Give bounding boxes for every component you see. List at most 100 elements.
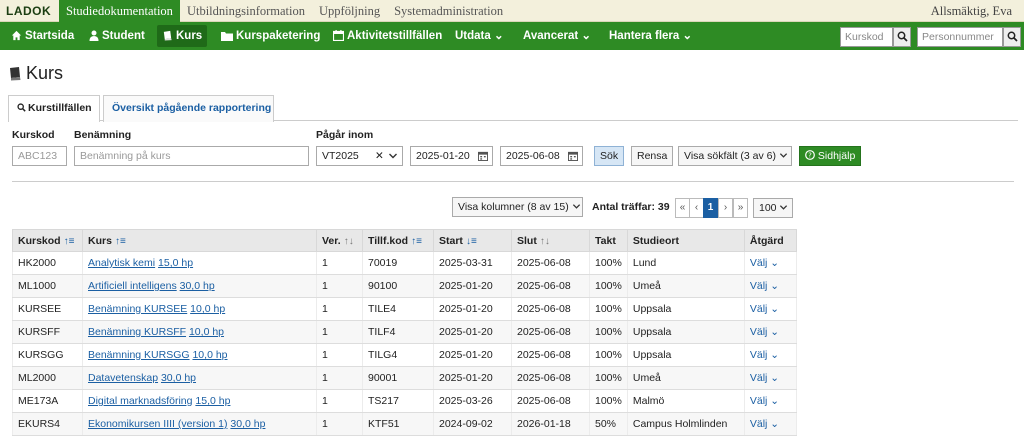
cell-slut: 2025-06-08	[511, 389, 590, 413]
calendar-icon[interactable]	[568, 151, 578, 161]
fields-select[interactable]: Visa sökfält (3 av 6)	[678, 146, 792, 166]
col-ver[interactable]: Ver. ↑↓	[316, 229, 363, 252]
course-credits-link[interactable]: 30,0 hp	[161, 372, 196, 384]
cell-studieort: Umeå	[626, 274, 745, 298]
nav-startsida[interactable]: Startsida	[6, 25, 79, 47]
nav-aktivitetstillfallen[interactable]: Aktivitetstillfällen	[328, 25, 447, 47]
columns-select[interactable]: Visa kolumner (8 av 15)	[452, 197, 583, 217]
cell-ver: 1	[316, 412, 363, 436]
cell-studieort: Uppsala	[626, 297, 745, 321]
kurskod-field[interactable]: ABC123	[12, 146, 67, 166]
cell-atgard: Välj ⌄	[743, 343, 797, 367]
table-row: KURSGG Benämning KURSGG 10,0 hp 1 TILG4 2025…	[12, 343, 797, 367]
course-link[interactable]: Analytisk kemi	[88, 257, 155, 269]
personnummer-search-button[interactable]	[1003, 27, 1021, 47]
col-kurskod[interactable]: Kurskod ↑≡	[12, 229, 83, 252]
cell-slut: 2025-06-08	[511, 320, 590, 344]
col-tillfkod[interactable]: Tillf.kod ↑≡	[362, 229, 434, 252]
pager-first[interactable]: «	[675, 198, 690, 218]
col-start[interactable]: Start ↓≡	[433, 229, 512, 252]
course-credits-link[interactable]: 10,0 hp	[189, 326, 224, 338]
valj-dropdown[interactable]: Välj ⌄	[750, 257, 779, 269]
pager-prev[interactable]: ‹	[689, 198, 704, 218]
chevron-down-icon: ⌄	[682, 30, 693, 42]
nav-utdata[interactable]: Utdata ⌄	[450, 25, 509, 47]
benamning-field[interactable]: Benämning på kurs	[74, 146, 309, 166]
cell-start: 2025-01-20	[433, 297, 512, 321]
course-credits-link[interactable]: 10,0 hp	[190, 303, 225, 315]
kurskod-label: Kurskod	[12, 129, 55, 141]
tab-kurstillfallen[interactable]: Kurstillfällen	[8, 95, 100, 122]
cell-takt: 100%	[589, 366, 628, 390]
pager-next[interactable]: ›	[718, 198, 733, 218]
folder-icon	[221, 32, 233, 41]
col-kurs[interactable]: Kurs ↑≡	[82, 229, 317, 252]
toptab-utbildningsinformation[interactable]: Utbildningsinformation	[180, 0, 312, 22]
nav-kurspaketering[interactable]: Kurspaketering	[216, 25, 325, 47]
col-slut[interactable]: Slut ↑↓	[511, 229, 590, 252]
date-to-field[interactable]: 2025-06-08	[500, 146, 583, 166]
cell-ver: 1	[316, 251, 363, 275]
course-credits-link[interactable]: 30,0 hp	[180, 280, 215, 292]
cell-studieort: Uppsala	[626, 320, 745, 344]
clear-button[interactable]: Rensa	[631, 146, 674, 166]
kurskod-search-input[interactable]: Kurskod	[840, 27, 893, 47]
valj-dropdown[interactable]: Välj ⌄	[750, 418, 779, 430]
personnummer-search-input[interactable]: Personnummer	[917, 27, 1003, 47]
cell-ver: 1	[316, 274, 363, 298]
course-link[interactable]: Ekonomikursen IIII (version 1)	[88, 418, 227, 430]
col-studieort[interactable]: Studieort	[626, 229, 745, 252]
valj-dropdown[interactable]: Välj ⌄	[750, 395, 779, 407]
cell-ver: 1	[316, 389, 363, 413]
nav-kurs[interactable]: Kurs	[157, 25, 208, 47]
course-link[interactable]: Benämning KURSGG	[88, 349, 190, 361]
toptab-uppfoljning[interactable]: Uppföljning	[312, 0, 387, 22]
nav-avancerat[interactable]: Avancerat ⌄	[518, 25, 596, 47]
course-credits-link[interactable]: 10,0 hp	[192, 349, 227, 361]
kurskod-search-button[interactable]	[893, 27, 911, 47]
nav-hantera-flera[interactable]: Hantera flera ⌄	[604, 25, 697, 47]
cell-kurskod: ML2000	[12, 366, 83, 390]
home-icon	[11, 30, 22, 41]
course-link[interactable]: Benämning KURSFF	[88, 326, 186, 338]
valj-dropdown[interactable]: Välj ⌄	[750, 326, 779, 338]
calendar-icon[interactable]	[478, 151, 488, 161]
top-bar: LADOK Studiedokumentation Utbildningsinf…	[0, 0, 1024, 22]
pager-page-1[interactable]: 1	[703, 198, 718, 218]
valj-label: Välj	[749, 257, 768, 269]
nav-student[interactable]: Student	[84, 25, 150, 47]
course-credits-link[interactable]: 15,0 hp	[158, 257, 193, 269]
cell-atgard: Välj ⌄	[743, 320, 797, 344]
course-link[interactable]: Benämning KURSEE	[88, 303, 187, 315]
course-link[interactable]: Digital marknadsföring	[88, 395, 192, 407]
valj-dropdown[interactable]: Välj ⌄	[750, 303, 779, 315]
sort-icon: ↑↓	[539, 235, 550, 247]
clear-term-icon[interactable]: ✕	[375, 147, 384, 165]
search-icon	[17, 103, 26, 112]
valj-label: Välj	[749, 280, 768, 292]
term-select[interactable]: VT2025 ✕	[316, 146, 403, 166]
date-from-field[interactable]: 2025-01-20	[410, 146, 493, 166]
tab-oversikt-rapportering[interactable]: Översikt pågående rapportering	[103, 95, 274, 122]
course-link[interactable]: Artificiell intelligens	[88, 280, 177, 292]
course-link[interactable]: Datavetenskap	[88, 372, 158, 384]
fields-select-label: Visa sökfält (3 av 6)	[684, 150, 777, 162]
valj-dropdown[interactable]: Välj ⌄	[750, 372, 779, 384]
valj-dropdown[interactable]: Välj ⌄	[750, 280, 779, 292]
course-credits-link[interactable]: 30,0 hp	[230, 418, 265, 430]
pager-last[interactable]: »	[733, 198, 748, 218]
toptab-systemadministration[interactable]: Systemadministration	[387, 0, 510, 22]
search-button[interactable]: Sök	[594, 146, 625, 166]
col-takt[interactable]: Takt	[589, 229, 628, 252]
toptab-studiedokumentation[interactable]: Studiedokumentation	[59, 0, 180, 22]
cell-kurs: Ekonomikursen IIII (version 1) 30,0 hp	[82, 412, 317, 436]
ladok-logo[interactable]: LADOK	[6, 4, 51, 18]
table-row: EKURS4 Ekonomikursen IIII (version 1) 30,…	[12, 412, 797, 436]
help-button[interactable]: ? Sidhjälp	[799, 146, 862, 166]
valj-dropdown[interactable]: Välj ⌄	[750, 349, 779, 361]
user-menu[interactable]: Allsmäktig, Eva	[931, 0, 1012, 22]
help-icon: ?	[805, 150, 815, 160]
course-credits-link[interactable]: 15,0 hp	[195, 395, 230, 407]
page-size-select[interactable]: 100	[753, 198, 793, 218]
chevron-down-icon: ⌄	[767, 349, 780, 361]
